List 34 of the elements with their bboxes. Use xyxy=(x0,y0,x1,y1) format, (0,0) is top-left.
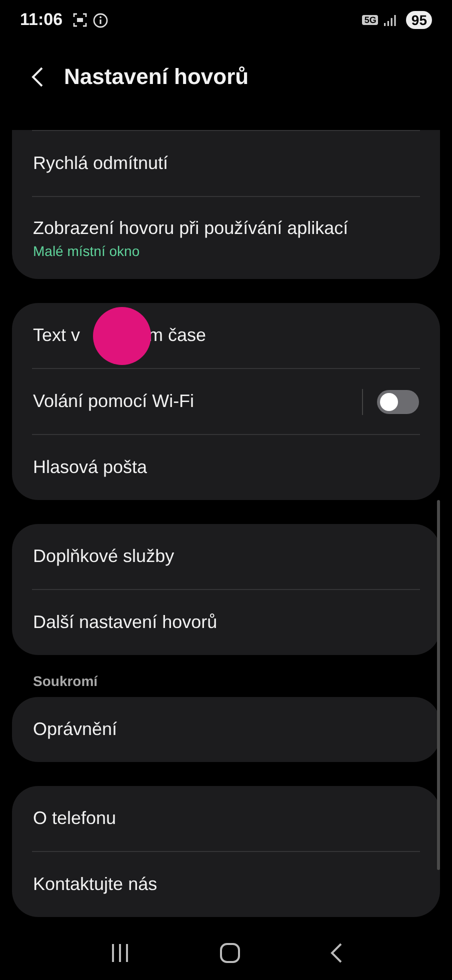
section-label: Soukromí xyxy=(33,673,99,689)
settings-item[interactable]: Další nastavení hovorů xyxy=(32,590,420,655)
recent-apps-icon[interactable] xyxy=(110,944,130,962)
settings-item[interactable]: Oprávnění xyxy=(32,697,420,762)
item-title: Zobrazení hovoru při používání aplikací xyxy=(33,218,350,238)
back-icon[interactable] xyxy=(330,942,342,962)
settings-item[interactable]: Volání pomocí Wi-Fi xyxy=(32,369,420,434)
settings-item[interactable]: Rychlá odmítnutí xyxy=(32,131,420,196)
item-title: Další nastavení hovorů xyxy=(33,612,218,633)
settings-item[interactable]: Kontaktujte nás xyxy=(32,852,420,917)
screen-title: Nastavení hovorů xyxy=(64,64,249,90)
network-type: 5G xyxy=(362,15,378,25)
settings-item[interactable]: O telefonu xyxy=(32,786,420,851)
item-title: Kontaktujte nás xyxy=(33,874,158,895)
settings-item[interactable]: Hlasová pošta xyxy=(32,435,420,500)
screenshot-icon xyxy=(72,13,87,27)
home-icon[interactable] xyxy=(220,942,240,962)
settings-item[interactable]: Zobrazení hovoru při používání aplikací Malé místní okno xyxy=(32,197,420,279)
item-subtitle: Malé místní okno xyxy=(33,242,141,258)
item-title: Rychlá odmítnutí xyxy=(33,153,170,174)
toggle-switch[interactable] xyxy=(377,390,419,414)
status-time: 11:06 xyxy=(20,10,63,30)
battery-level: 95 xyxy=(406,11,432,29)
item-title: O telefonu xyxy=(33,808,118,829)
item-title: Hlasová pošta xyxy=(33,457,148,478)
item-title: Oprávnění xyxy=(33,719,118,740)
item-title: Volání pomocí Wi-Fi xyxy=(33,391,196,412)
settings-item[interactable]: Doplňkové služby xyxy=(32,524,420,589)
info-icon xyxy=(92,12,108,28)
item-title: Doplňkové služby xyxy=(33,546,176,567)
back-button[interactable] xyxy=(30,66,44,88)
back-icon xyxy=(30,66,44,88)
signal-icon xyxy=(384,14,396,26)
item-title: Text v xyxy=(33,325,80,346)
